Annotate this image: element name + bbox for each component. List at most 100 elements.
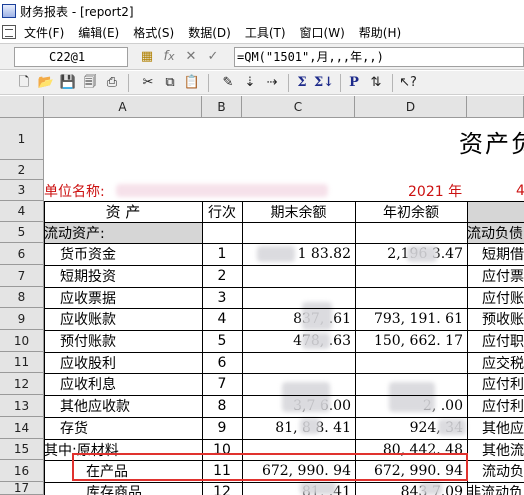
menu-edit[interactable]: 编辑(E)	[78, 24, 119, 41]
asset-name-cell[interactable]: 应收票据	[60, 287, 116, 308]
column-header-c[interactable]: C	[242, 96, 355, 118]
open-folder-icon[interactable]: 📂	[36, 73, 56, 93]
row-header[interactable]: 7	[0, 265, 44, 287]
menu-file[interactable]: 文件(F)	[24, 24, 64, 41]
column-header-b[interactable]: B	[202, 96, 242, 118]
liability-name-cell[interactable]: 短期借	[482, 243, 524, 265]
format-painter-icon[interactable]: ✎	[218, 73, 238, 93]
asset-name-cell[interactable]: 货币资金	[60, 243, 116, 265]
begin-balance-cell[interactable]: 150, 662. 17	[355, 330, 467, 352]
fill-down-icon[interactable]: ⇣	[240, 73, 260, 93]
line-no-cell[interactable]: 2	[202, 265, 242, 287]
line-no-cell[interactable]: 12	[202, 482, 242, 495]
row-header[interactable]: 13	[0, 395, 44, 417]
print-preview-icon[interactable]: 🗐	[80, 73, 100, 93]
sum-icon[interactable]: Σ	[292, 73, 312, 93]
liability-name-cell[interactable]: 流动负债	[467, 222, 523, 243]
select-all-corner[interactable]	[0, 96, 44, 118]
cut-icon[interactable]: ✂	[138, 73, 158, 93]
liability-name-cell[interactable]: 应付利	[482, 395, 524, 417]
row-header[interactable]: 17	[0, 481, 44, 495]
function-icon[interactable]: fx	[160, 48, 178, 66]
line-no-cell[interactable]: 1	[202, 243, 242, 265]
row-header[interactable]: 9	[0, 308, 44, 330]
liability-name-cell[interactable]: 预收账	[482, 308, 524, 330]
asset-name-cell[interactable]: 库存商品	[86, 482, 142, 495]
year-label: 2021 年	[408, 183, 463, 200]
liability-name-cell[interactable]: 流动负	[482, 460, 524, 482]
row-header[interactable]: 1	[0, 118, 44, 160]
row-header[interactable]: 10	[0, 330, 44, 352]
asset-name-cell[interactable]: 短期投资	[60, 265, 116, 287]
calculator-icon[interactable]: ▦	[138, 48, 156, 66]
sum-down-icon[interactable]: Σ↓	[314, 73, 334, 93]
grid-line	[467, 201, 468, 495]
paste-icon[interactable]: 📋	[182, 73, 202, 93]
end-balance-cell[interactable]: 81, 8 8. 41	[242, 417, 355, 439]
line-no-cell[interactable]: 6	[202, 352, 242, 373]
end-balance-cell[interactable]: 837, .61	[242, 308, 355, 330]
line-no-cell[interactable]: 3	[202, 287, 242, 308]
liability-name-cell[interactable]: 其他流	[482, 439, 524, 460]
column-header-a[interactable]: A	[44, 96, 202, 118]
sort-icon[interactable]: ⇅	[366, 73, 386, 93]
row-header[interactable]: 2	[0, 160, 44, 180]
end-balance-cell[interactable]: 478, .63	[242, 330, 355, 352]
asset-name-cell[interactable]: 流动资产:	[44, 222, 105, 243]
row-header[interactable]: 16	[0, 460, 44, 482]
row-header[interactable]: 8	[0, 287, 44, 308]
confirm-icon[interactable]: ✓	[204, 48, 222, 66]
column-header-e[interactable]	[467, 96, 524, 118]
grid-line	[44, 352, 524, 353]
cell-reference-box[interactable]: C22@1	[14, 47, 128, 67]
asset-name-cell[interactable]: 应收股利	[60, 352, 116, 373]
help-icon[interactable]: ↖?	[398, 73, 418, 93]
redacted-region	[407, 246, 437, 262]
formula-input[interactable]: =QM("1501",月,,,年,,)	[234, 47, 524, 67]
liability-name-cell[interactable]: 应付职	[482, 330, 524, 352]
copy-icon[interactable]: ⧉	[160, 73, 180, 93]
row-header[interactable]: 12	[0, 373, 44, 395]
print-icon[interactable]: ⎙	[102, 73, 122, 93]
liability-name-cell[interactable]: 应付票	[482, 265, 524, 287]
asset-name-cell[interactable]: 存货	[60, 417, 88, 439]
row-header[interactable]: 4	[0, 201, 44, 222]
liability-name-cell[interactable]: 应付账	[482, 287, 524, 308]
end-balance-cell[interactable]: 81, .41	[242, 482, 355, 495]
row-header[interactable]: 14	[0, 417, 44, 439]
save-icon[interactable]: 💾	[58, 73, 78, 93]
cancel-icon[interactable]: ✕	[182, 48, 200, 66]
p-icon[interactable]: P	[344, 73, 364, 93]
row-header[interactable]: 15	[0, 439, 44, 460]
row-header[interactable]: 11	[0, 352, 44, 373]
asset-name-cell[interactable]: 应收账款	[60, 308, 116, 330]
menu-data[interactable]: 数据(D)	[188, 24, 231, 41]
begin-balance-cell[interactable]: 843 7.09	[355, 482, 467, 495]
asset-name-cell[interactable]: 其他应收款	[60, 395, 130, 417]
liability-name-cell[interactable]: 非流动负	[467, 482, 523, 495]
line-no-cell[interactable]: 7	[202, 373, 242, 395]
menu-window[interactable]: 窗口(W)	[300, 24, 345, 41]
liability-name-cell[interactable]: 应交税	[482, 352, 524, 373]
grid-line	[44, 395, 524, 396]
menu-tools[interactable]: 工具(T)	[245, 24, 286, 41]
new-file-icon[interactable]: 🗋	[14, 73, 34, 93]
asset-name-cell[interactable]: 预付账款	[60, 330, 116, 352]
asset-name-cell[interactable]: 应收利息	[60, 373, 116, 395]
liability-name-cell[interactable]: 应付利	[482, 373, 524, 395]
spreadsheet[interactable]: A B C D 1 2 3 4 5 6 7 8 9 10 11 12 13 14…	[0, 96, 524, 495]
line-no-cell[interactable]: 4	[202, 308, 242, 330]
fill-right-icon[interactable]: ⇢	[262, 73, 282, 93]
begin-balance-cell[interactable]: 793, 191. 61	[355, 308, 467, 330]
document-icon[interactable]	[2, 25, 16, 39]
menu-help[interactable]: 帮助(H)	[359, 24, 401, 41]
row-header[interactable]: 6	[0, 243, 44, 265]
menu-format[interactable]: 格式(S)	[133, 24, 174, 41]
line-no-cell[interactable]: 9	[202, 417, 242, 439]
line-no-cell[interactable]: 8	[202, 395, 242, 417]
row-header[interactable]: 5	[0, 222, 44, 243]
row-header[interactable]: 3	[0, 180, 44, 201]
column-header-d[interactable]: D	[355, 96, 467, 118]
line-no-cell[interactable]: 5	[202, 330, 242, 352]
liability-name-cell[interactable]: 其他应	[482, 417, 524, 439]
